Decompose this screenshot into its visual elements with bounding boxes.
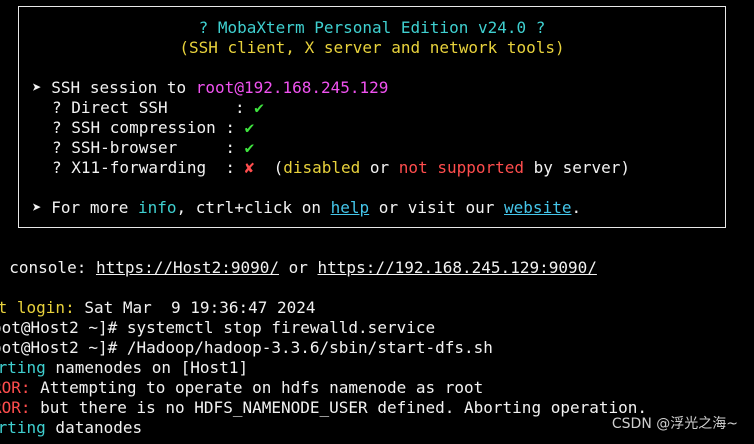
terminal-line: oot@Host2 ~]# systemctl stop firewalld.s… <box>0 318 436 337</box>
terminal-line: arting datanodes <box>0 418 143 437</box>
terminal-line: oot@Host2 ~]# /Hadoop/hadoop-3.3.6/sbin/… <box>0 338 493 357</box>
arrow-icon: ➤ <box>32 78 42 97</box>
console-url-host[interactable]: https://Host2:9090/ <box>96 258 279 277</box>
check-icon: ✔ <box>244 118 255 137</box>
website-link[interactable]: website <box>504 198 571 217</box>
ssh-session-label: SSH session to <box>51 78 196 97</box>
x11-disabled-text: disabled <box>283 158 361 177</box>
terminal-line: ROR: Attempting to operate on hdfs namen… <box>0 378 484 397</box>
check-icon: ✔ <box>244 138 255 157</box>
terminal-line: ROR: but there is no HDFS_NAMENODE_USER … <box>0 398 648 417</box>
x11-not-supported-text: not supported <box>398 158 525 177</box>
check-icon: ✔ <box>254 98 264 117</box>
feature-direct-ssh: ? Direct SSH : ✔ <box>52 98 264 118</box>
terminal-line: arting namenodes on [Host1] <box>0 358 249 377</box>
web-console-line: b console: https://Host2:9090/ or https:… <box>0 258 597 277</box>
more-info-line: ➤ For more info, ctrl+click on help or v… <box>32 198 582 217</box>
feature-x11-forwarding: ? X11-forwarding : ✘ (disabled or not su… <box>52 158 630 177</box>
ssh-session-line: ➤ SSH session to root@192.168.245.129 <box>32 78 388 98</box>
feature-label: ? SSH-browser : <box>52 138 245 157</box>
info-link[interactable]: info <box>138 198 177 217</box>
feature-ssh-compression: ? SSH compression : ✔ <box>52 118 254 138</box>
banner-title: ? MobaXterm Personal Edition v24.0 ? <box>198 18 546 37</box>
help-link[interactable]: help <box>331 198 370 217</box>
banner-subtitle: (SSH client, X server and network tools) <box>179 38 565 57</box>
feature-label: ? SSH compression : <box>52 118 245 137</box>
feature-label: ? Direct SSH : <box>52 98 255 117</box>
console-url-ip[interactable]: https://192.168.245.129:9090/ <box>318 258 597 277</box>
ssh-session-target: root@192.168.245.129 <box>195 78 389 97</box>
cross-icon: ✘ <box>244 158 255 177</box>
terminal-line: st login: Sat Mar 9 19:36:47 2024 <box>0 298 316 317</box>
arrow-icon: ➤ <box>32 198 42 217</box>
csdn-watermark: CSDN @浮光之海~ <box>609 413 740 435</box>
feature-ssh-browser: ? SSH-browser : ✔ <box>52 138 254 158</box>
feature-label: ? X11-forwarding : <box>52 158 245 177</box>
